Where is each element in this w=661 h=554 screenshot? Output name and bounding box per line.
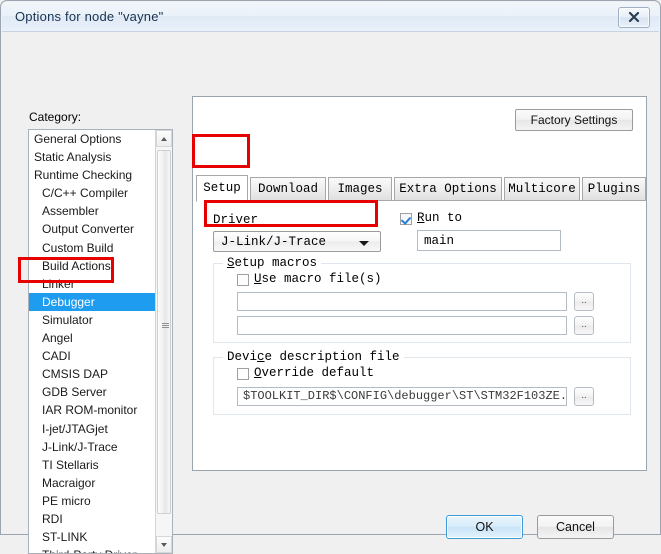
category-item-static-analysis[interactable]: Static Analysis	[29, 148, 155, 166]
category-item-linker[interactable]: Linker	[29, 275, 155, 293]
device-description-group: Device description file Override default…	[213, 350, 631, 415]
dialog-client-area: Category: General Options Static Analysis…	[2, 32, 659, 554]
macro-file-input-1[interactable]	[237, 292, 567, 311]
category-item-macraigor[interactable]: Macraigor	[29, 474, 155, 492]
driver-selected-value: J-Link/J-Trace	[221, 235, 327, 249]
category-item-c-c-compiler[interactable]: C/C++ Compiler	[29, 184, 155, 202]
options-dialog-window: Options for node "vayne" Category: Gener…	[0, 0, 661, 554]
setup-tab-content: Driver J-Link/J-Trace Run to main Setup …	[196, 201, 645, 467]
category-item-j-link-j-trace[interactable]: J-Link/J-Trace	[29, 438, 155, 456]
category-item-iar-rom-monitor[interactable]: IAR ROM-monitor	[29, 401, 155, 419]
category-item-gdb-server[interactable]: GDB Server	[29, 383, 155, 401]
category-item-rdi[interactable]: RDI	[29, 510, 155, 528]
title-bar: Options for node "vayne"	[2, 2, 659, 32]
category-item-pe-micro[interactable]: PE micro	[29, 492, 155, 510]
tab-plugins[interactable]: Plugins	[582, 177, 646, 201]
tab-download[interactable]: Download	[250, 177, 326, 201]
run-to-value: main	[424, 234, 455, 248]
override-default-checkbox[interactable]	[237, 368, 249, 380]
run-to-label: Run to	[417, 211, 463, 225]
use-macro-file-label: Use macro file(s)	[254, 272, 382, 286]
tab-images[interactable]: Images	[328, 177, 392, 201]
tab-multicore[interactable]: Multicore	[504, 177, 580, 201]
factory-settings-button[interactable]: Factory Settings	[515, 109, 633, 131]
device-description-title: Device description file	[223, 350, 404, 364]
category-item-custom-build[interactable]: Custom Build	[29, 239, 155, 257]
device-description-path-input[interactable]: $TOOLKIT_DIR$\CONFIG\debugger\ST\STM32F1…	[237, 387, 567, 406]
override-default-label-rest: verride default	[261, 366, 375, 380]
category-item-cmsis-dap[interactable]: CMSIS DAP	[29, 365, 155, 383]
device-description-browse-button[interactable]: ..	[574, 387, 594, 406]
category-item-simulator[interactable]: Simulator	[29, 311, 155, 329]
run-to-input[interactable]: main	[417, 230, 561, 251]
category-item-angel[interactable]: Angel	[29, 329, 155, 347]
scrollbar-grip-icon	[162, 323, 169, 330]
use-macro-file-label-rest: se macro file(s)	[261, 272, 382, 286]
category-item-third-party-driver[interactable]: Third-Party Driver	[29, 546, 155, 553]
category-item-general-options[interactable]: General Options	[29, 130, 155, 148]
window-title: Options for node "vayne"	[15, 9, 164, 24]
category-item-cadi[interactable]: CADI	[29, 347, 155, 365]
run-to-label-rest: un to	[424, 211, 463, 225]
tab-setup[interactable]: Setup	[196, 175, 248, 202]
category-item-st-link[interactable]: ST-LINK	[29, 528, 155, 546]
category-listbox[interactable]: General Options Static Analysis Runtime Ch…	[28, 129, 173, 554]
category-label: Category:	[29, 110, 82, 124]
category-item-debugger[interactable]: Debugger	[29, 292, 155, 311]
category-item-assembler[interactable]: Assembler	[29, 202, 155, 220]
scroll-down-arrow-icon[interactable]	[156, 536, 172, 553]
driver-label: Driver	[213, 213, 259, 227]
run-to-checkbox[interactable]	[400, 213, 412, 225]
category-list[interactable]: General Options Static Analysis Runtime Ch…	[29, 130, 155, 553]
ok-button[interactable]: OK	[446, 515, 523, 539]
category-item-build-actions[interactable]: Build Actions	[29, 257, 155, 275]
category-item-i-jet-jtagjet[interactable]: I-jet/JTAGjet	[29, 420, 155, 438]
scroll-up-arrow-icon[interactable]	[156, 130, 172, 147]
category-item-output-converter[interactable]: Output Converter	[29, 220, 155, 238]
category-item-runtime-checking[interactable]: Runtime Checking	[29, 166, 155, 184]
use-macro-file-checkbox[interactable]	[237, 274, 249, 286]
macro-file-input-2[interactable]	[237, 316, 567, 335]
tab-strip[interactable]: Setup Download Images Extra Options Multicor…	[196, 175, 646, 202]
chevron-down-icon	[359, 241, 369, 246]
setup-macros-title-rest: etup macros	[234, 256, 318, 270]
cancel-button[interactable]: Cancel	[537, 515, 614, 539]
options-panel: Factory Settings Setup Download Images Extr…	[192, 96, 647, 471]
tab-extra-options[interactable]: Extra Options	[394, 177, 502, 201]
device-description-title-rest: e description file	[264, 350, 400, 364]
setup-macros-group: Setup macros Use macro file(s) .. ..	[213, 256, 631, 343]
scrollbar-thumb[interactable]	[157, 150, 171, 514]
category-scrollbar[interactable]	[155, 130, 172, 553]
macro-file-browse-button-1[interactable]: ..	[574, 292, 594, 311]
macro-file-browse-button-2[interactable]: ..	[574, 316, 594, 335]
driver-dropdown[interactable]: J-Link/J-Trace	[213, 231, 381, 252]
close-glyph	[628, 11, 640, 23]
override-default-label: Override default	[254, 366, 375, 380]
close-icon[interactable]	[618, 7, 650, 28]
setup-macros-title: Setup macros	[223, 256, 322, 270]
category-item-ti-stellaris[interactable]: TI Stellaris	[29, 456, 155, 474]
